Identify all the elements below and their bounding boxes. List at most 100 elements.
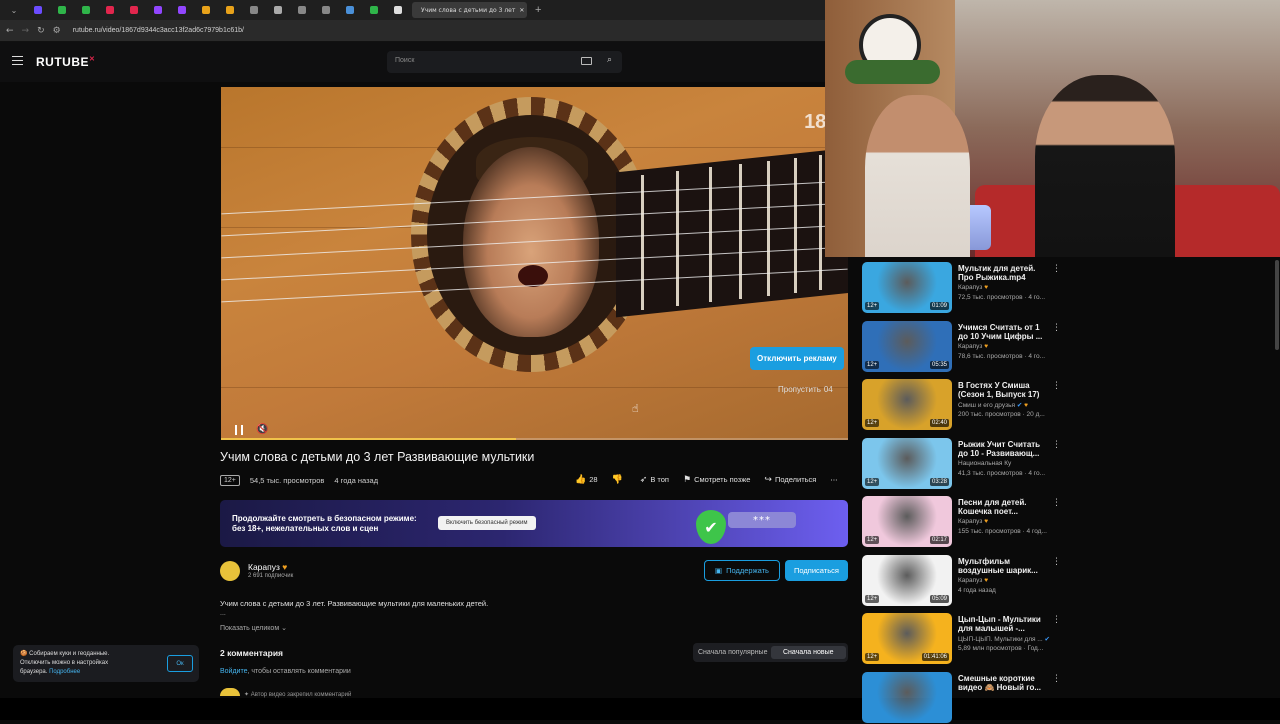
recommendation-card[interactable]: 12+ 05:35 Учимся Считать от 1 до 10 Учим…	[862, 320, 1072, 373]
rec-title[interactable]: Песни для детей. Кошечка поет...	[958, 498, 1050, 516]
close-tab-icon[interactable]: ✕	[519, 7, 524, 14]
pause-icon[interactable]	[235, 425, 243, 435]
dislike-button[interactable]: 👎	[612, 475, 626, 485]
top-label: В топ	[650, 475, 669, 484]
browser-tab[interactable]	[244, 2, 264, 18]
kebab-menu-icon[interactable]: ⋮	[1052, 440, 1061, 450]
recommendation-card[interactable]: 12+ 02:40 В Гостях У Смиша (Сезон 1, Вып…	[862, 379, 1072, 431]
rec-thumbnail[interactable]: 12+ 02:40	[862, 379, 952, 430]
muted-speaker-icon[interactable]: 🔇	[256, 424, 268, 435]
url-field[interactable]: rutube.ru/video/1867d9344c3acc13f2ad6c79…	[73, 27, 244, 34]
rec-title[interactable]: Рыжик Учит Считать до 10 - Развивающ...	[958, 440, 1050, 458]
rec-title[interactable]: В Гостях У Смиша (Сезон 1, Выпуск 17)	[958, 381, 1050, 399]
browser-tab[interactable]	[52, 2, 72, 18]
kebab-menu-icon[interactable]: ⋮	[1052, 674, 1061, 684]
browser-tab[interactable]	[388, 2, 408, 18]
rec-thumbnail[interactable]	[862, 671, 952, 723]
verified-icon: ✔	[1016, 402, 1023, 409]
enable-safe-mode-button[interactable]: Включить безопасный режим	[438, 516, 536, 530]
more-options-icon[interactable]: ···	[830, 476, 837, 485]
recommendation-card[interactable]: 12+ 01:09 Мультик для детей. Про Рыжика.…	[862, 262, 1072, 314]
tab-list-button[interactable]: ⌄	[4, 2, 24, 18]
login-link[interactable]: Войдите	[220, 668, 248, 675]
browser-tab[interactable]	[148, 2, 168, 18]
rec-channel[interactable]: Национальная Ку	[958, 460, 1068, 467]
kebab-menu-icon[interactable]: ⋮	[1052, 264, 1061, 274]
back-icon[interactable]: ←	[6, 26, 14, 36]
search-input[interactable]: Поиск ⌕	[387, 51, 622, 73]
site-info-icon[interactable]: ⚙	[53, 26, 61, 36]
cookie-more-link[interactable]: Подробнее	[49, 669, 80, 675]
wallet-icon: ▣	[715, 566, 723, 575]
browser-tab[interactable]	[28, 2, 48, 18]
kebab-menu-icon[interactable]: ⋮	[1052, 615, 1061, 625]
browser-tab[interactable]	[340, 2, 360, 18]
rec-title[interactable]: Учимся Считать от 1 до 10 Учим Цифры ...	[958, 323, 1050, 341]
tab-favicon-icon	[250, 6, 258, 14]
video-meta: 12+ 54,5 тыс. просмотров 4 года назад	[220, 473, 378, 487]
channel-name-row[interactable]: Карапуз ♥	[248, 562, 287, 572]
video-player[interactable]: 18+ Отключить рекламу Пропустить 04 🔇	[221, 87, 848, 440]
rec-thumbnail[interactable]: 12+ 05:09	[862, 554, 952, 606]
scrollbar[interactable]	[1275, 260, 1279, 350]
search-icon[interactable]: ⌕	[607, 55, 612, 65]
recommendation-card[interactable]: 12+ 02:17 Песни для детей. Кошечка поет.…	[862, 496, 1072, 548]
rec-channel[interactable]: ЦЫП-ЦЫП. Мультики для ... ✔	[958, 635, 1068, 643]
recommendation-card[interactable]: 12+ 05:09 Мультфильм воздушные шарик... …	[862, 554, 1072, 607]
browser-tab[interactable]	[268, 2, 288, 18]
kebab-menu-icon[interactable]: ⋮	[1052, 381, 1061, 391]
share-button[interactable]: ↪ Поделиться	[764, 475, 816, 485]
browser-tab[interactable]	[196, 2, 216, 18]
rec-channel[interactable]: Карапуз ♥	[958, 518, 1068, 525]
rec-channel[interactable]: Смиш и его друзья ✔ ♥	[958, 401, 1068, 409]
rec-thumbnail[interactable]: 12+ 01:41:06	[862, 613, 952, 664]
rec-title[interactable]: Мультфильм воздушные шарик...	[958, 557, 1050, 575]
top-button[interactable]: ➶ В топ	[640, 475, 669, 485]
browser-tab[interactable]	[220, 2, 240, 18]
rec-thumbnail[interactable]: 12+ 01:09	[862, 262, 952, 313]
browser-tab[interactable]	[364, 2, 384, 18]
sort-new-button[interactable]: Сначала новые	[770, 646, 846, 659]
kebab-menu-icon[interactable]: ⋮	[1052, 498, 1061, 508]
menu-icon[interactable]	[12, 56, 23, 65]
keyboard-icon[interactable]	[581, 57, 592, 65]
cookie-ok-button[interactable]: Ок	[167, 655, 193, 672]
like-button[interactable]: 👍 28	[575, 475, 598, 485]
show-all-button[interactable]: Показать целиком ⌄	[220, 624, 287, 632]
browser-tab[interactable]	[172, 2, 192, 18]
rec-channel[interactable]: Карапуз ♥	[958, 577, 1068, 584]
support-button[interactable]: ▣ Поддержать	[704, 560, 780, 581]
rec-thumbnail[interactable]: 12+ 03:28	[862, 437, 952, 489]
rec-title[interactable]: Смешные короткие видео 🙈 Новый го...	[958, 674, 1050, 692]
rutube-logo[interactable]: RUTUBE✕	[36, 55, 95, 69]
browser-tab[interactable]	[292, 2, 312, 18]
reload-icon[interactable]: ↻	[37, 26, 45, 36]
new-tab-icon[interactable]: +	[535, 4, 541, 16]
guitar-fret	[676, 171, 679, 306]
kebab-menu-icon[interactable]: ⋮	[1052, 323, 1061, 333]
forward-icon[interactable]: →	[22, 26, 30, 36]
rec-views: 155 тыс. просмотров · 4 год...	[958, 528, 1047, 535]
subscribe-button[interactable]: Подписаться	[785, 560, 848, 581]
browser-tab[interactable]	[100, 2, 120, 18]
disable-ads-button[interactable]: Отключить рекламу	[750, 347, 844, 370]
progress-bar[interactable]	[221, 438, 848, 440]
active-browser-tab[interactable]: Учим слова с детьми до 3 лет ✕	[412, 2, 527, 18]
recommendation-card[interactable]: 12+ 03:28 Рыжик Учит Считать до 10 - Раз…	[862, 437, 1072, 490]
rec-channel[interactable]: Карапуз ♥	[958, 284, 1068, 291]
rec-title[interactable]: Мультик для детей. Про Рыжика.mp4	[958, 264, 1050, 282]
sort-popular-button[interactable]: Сначала популярные	[695, 646, 771, 659]
channel-avatar[interactable]	[220, 561, 240, 581]
skip-ad-button[interactable]: Пропустить 04	[778, 385, 833, 394]
rec-channel[interactable]: Карапуз ♥	[958, 343, 1068, 350]
recommendation-card[interactable]: 12+ 01:41:06 Цып-Цып - Мультики для малы…	[862, 613, 1072, 665]
rec-thumbnail[interactable]: 12+ 02:17	[862, 496, 952, 547]
rec-title[interactable]: Цып-Цып - Мультики для малышей -...	[958, 615, 1050, 633]
recommendation-card[interactable]: Смешные короткие видео 🙈 Новый го... ⋮	[862, 671, 1072, 724]
browser-tab[interactable]	[316, 2, 336, 18]
kebab-menu-icon[interactable]: ⋮	[1052, 557, 1061, 567]
rec-thumbnail[interactable]: 12+ 05:35	[862, 320, 952, 372]
browser-tab[interactable]	[76, 2, 96, 18]
watch-later-button[interactable]: ⚑ Смотреть позже	[683, 475, 750, 485]
browser-tab[interactable]	[124, 2, 144, 18]
